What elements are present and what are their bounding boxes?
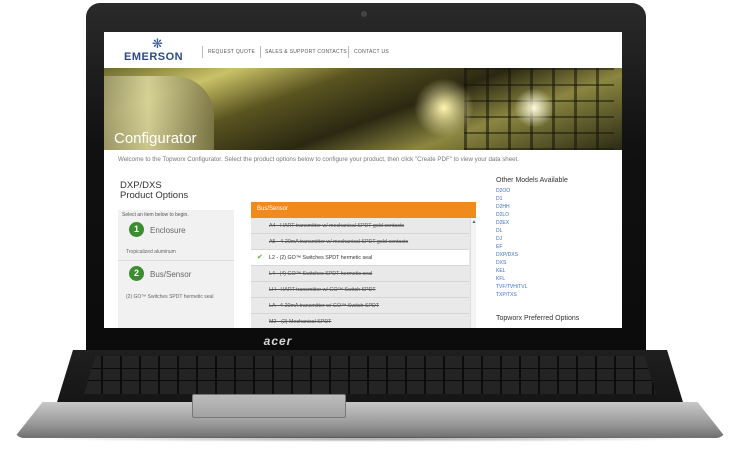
option-item[interactable]: L4 - (4) GO™ Switches SPDT hermetic seal <box>251 266 469 282</box>
option-item[interactable]: A4 - HART transmitter w/ mechanical SPDT… <box>251 218 469 234</box>
model-link[interactable]: D2HH <box>496 204 510 210</box>
product-title: DXP/DXS Product Options <box>120 181 188 201</box>
model-link[interactable]: KEL <box>496 268 505 274</box>
options-list: A4 - HART transmitter w/ mechanical SPDT… <box>251 218 476 328</box>
preferred-options-title: Topworx Preferred Options <box>496 315 580 322</box>
step-number-badge: 1 <box>129 222 144 237</box>
option-item[interactable]: A5 - 4-20mA transmitter w/ mechanical SP… <box>251 234 469 250</box>
touchpad <box>192 394 346 418</box>
hero-banner: Configurator <box>104 68 622 150</box>
hero-light <box>514 88 554 128</box>
model-link[interactable]: D2OO <box>496 188 510 194</box>
palm-rest <box>14 402 726 438</box>
nav-divider <box>260 46 261 58</box>
emerson-logo-icon: ❋ <box>152 36 163 51</box>
check-icon: ✔ <box>257 254 263 261</box>
option-item[interactable]: M2 - (2) Mechanical SPDT <box>251 314 469 328</box>
model-link[interactable]: KFL <box>496 276 505 282</box>
step-bus-sensor-button[interactable]: Bus/Sensor <box>150 270 191 279</box>
step-divider <box>118 260 234 261</box>
step-enclosure-button[interactable]: Enclosure <box>150 226 186 235</box>
model-link[interactable]: D2EX <box>496 220 509 226</box>
webcam-icon <box>361 11 367 17</box>
bezel-brand-logo: acer <box>263 334 293 348</box>
other-models-title: Other Models Available <box>496 177 568 184</box>
model-link[interactable]: DL <box>496 228 502 234</box>
step-bus-sensor-value: (2) GO™ Switches SPDT hermetic seal <box>126 294 214 300</box>
base-shadow <box>34 436 706 442</box>
keyboard <box>84 356 656 394</box>
site-logo[interactable]: EMERSON <box>124 51 183 63</box>
option-item[interactable]: LH - HART transmitter w/ GO™ Switch SPDT <box>251 282 469 298</box>
nav-sales-support[interactable]: SALES & SUPPORT CONTACTS <box>265 49 347 55</box>
nav-request-quote[interactable]: REQUEST QUOTE <box>208 49 255 55</box>
model-link[interactable]: DXP/DXS <box>496 252 518 258</box>
step-enclosure-value: Tropicalized aluminum <box>126 249 176 255</box>
model-link[interactable]: EF <box>496 244 502 250</box>
options-scrollbar[interactable]: ▲ <box>470 218 476 328</box>
welcome-text: Welcome to the Topworx Configurator. Sel… <box>118 156 520 163</box>
step-hint: Select an item below to begin. <box>122 212 189 218</box>
product-subtitle: Product Options <box>120 190 189 201</box>
option-item[interactable]: LA - 4-20mA transmitter w/ GO™ Switch SP… <box>251 298 469 314</box>
model-link[interactable]: DXS <box>496 260 506 266</box>
step-number-badge: 2 <box>129 266 144 281</box>
screen: ❋ EMERSON REQUEST QUOTE SALES & SUPPORT … <box>104 32 622 328</box>
model-link[interactable]: D2LO <box>496 212 509 218</box>
option-item-selected[interactable]: ✔ L2 - (2) GO™ Switches SPDT hermetic sea… <box>251 250 469 266</box>
hero-title: Configurator <box>114 130 197 147</box>
model-link[interactable]: TXP/TXS <box>496 292 517 298</box>
site-header: ❋ EMERSON REQUEST QUOTE SALES & SUPPORT … <box>104 32 622 68</box>
model-link[interactable]: D1 <box>496 196 502 202</box>
laptop-base <box>14 350 726 442</box>
model-link[interactable]: DJ <box>496 236 502 242</box>
nav-divider <box>202 46 203 58</box>
dropdown-header: Bus/Sensor <box>251 202 476 218</box>
nav-contact-us[interactable]: CONTACT US <box>354 49 389 55</box>
step-panel: Select an item below to begin. 1 Enclosu… <box>118 210 234 328</box>
nav-divider <box>348 46 349 58</box>
chevron-up-icon[interactable]: ▲ <box>471 219 476 225</box>
model-link[interactable]: TVF/TVH/TVL <box>496 284 527 290</box>
hero-light <box>414 78 474 138</box>
dropdown-title: Bus/Sensor <box>257 206 289 212</box>
